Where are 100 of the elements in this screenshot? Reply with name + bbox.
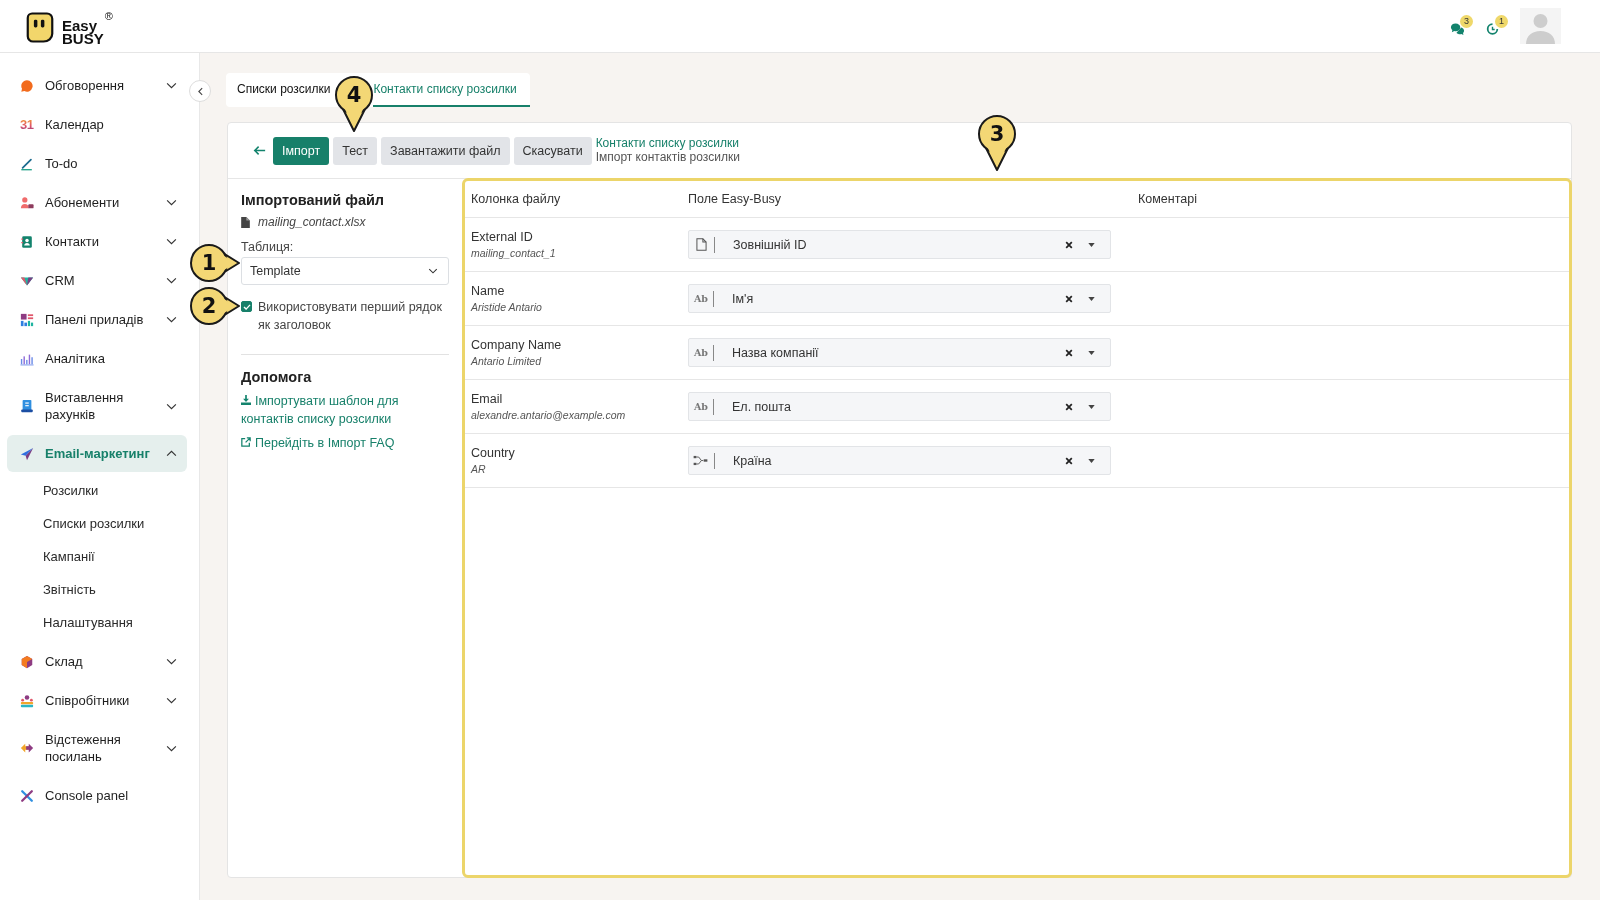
- callout-arrow-icon: [334, 75, 374, 133]
- toolbar-button[interactable]: Завантажити файл: [381, 136, 510, 165]
- section-heading: Імпортований файл: [241, 191, 386, 210]
- clear-icon[interactable]: [1065, 402, 1073, 411]
- sidebar-item[interactable]: To-do: [7, 145, 187, 182]
- caret-down-icon[interactable]: [1088, 350, 1095, 355]
- clear-icon[interactable]: [1065, 348, 1073, 357]
- sample-value: AR: [471, 461, 486, 477]
- toolbar-button[interactable]: Імпорт: [273, 136, 330, 165]
- file-name: mailing_contact.xlsx: [258, 214, 366, 231]
- sidebar-subitem[interactable]: Кампанії: [43, 540, 95, 573]
- sidebar-item[interactable]: Аналітика: [7, 340, 187, 377]
- column-name: Name: [471, 282, 505, 300]
- callout-arrow-icon: [189, 286, 240, 326]
- sidebar-subitem[interactable]: Розсилки: [43, 474, 99, 507]
- chevron-down-icon[interactable]: [166, 316, 177, 323]
- chevron-down-icon[interactable]: [166, 82, 177, 89]
- checkbox[interactable]: [241, 301, 252, 312]
- contact-card-icon: [20, 234, 34, 249]
- text-type-icon: Ab: [694, 400, 708, 413]
- sidebar-item[interactable]: Відстеження посилань: [7, 721, 187, 775]
- download-icon: [241, 395, 251, 405]
- column-name: Country: [471, 444, 515, 462]
- crossed-tools-icon: [20, 788, 34, 803]
- column-name: External ID: [471, 228, 533, 246]
- callout-number: 1: [201, 252, 217, 274]
- swap-arrows-icon: [20, 741, 34, 755]
- section-heading: Допомога: [241, 368, 313, 387]
- tab[interactable]: Контакти списку розсилки: [373, 73, 530, 107]
- caret-down-icon[interactable]: [1088, 296, 1095, 301]
- chevron-up-icon[interactable]: [166, 450, 177, 457]
- column-header: Коментарі: [1138, 192, 1197, 206]
- file-icon: [241, 217, 250, 228]
- checkbox-label: Використовувати перший рядок як заголовок: [258, 299, 443, 334]
- sidebar-subitem[interactable]: Списки розсилки: [43, 507, 145, 540]
- chevron-down-icon[interactable]: [166, 238, 177, 245]
- calendar-icon: 31: [20, 117, 34, 132]
- field-select[interactable]: Ab Назва компанії: [688, 338, 1111, 367]
- column-header: Колонка файлу: [471, 192, 561, 206]
- page-subtitle: Імпорт контактів розсилки: [595, 150, 740, 164]
- external-link-icon: [241, 437, 251, 447]
- logo-text: Easy: [62, 18, 99, 32]
- sidebar-item[interactable]: Склад: [7, 643, 187, 680]
- sidebar-subitem[interactable]: Налаштування: [43, 606, 133, 639]
- clear-icon[interactable]: [1065, 240, 1073, 249]
- collapse-sidebar-button[interactable]: [189, 80, 211, 102]
- sidebar-item[interactable]: Console panel: [7, 777, 187, 814]
- chevron-down-icon[interactable]: [166, 277, 177, 284]
- text-type-icon: Ab: [694, 346, 708, 359]
- sidebar-subitem[interactable]: Звітність: [43, 573, 96, 606]
- chevron-down-icon[interactable]: [166, 744, 177, 752]
- sidebar-item[interactable]: Виставлення рахунків: [7, 379, 187, 433]
- invoice-icon: [20, 399, 34, 413]
- sidebar-item[interactable]: 31 Календар: [7, 106, 187, 143]
- sample-value: mailing_contact_1: [471, 245, 556, 261]
- caret-down-icon[interactable]: [1088, 242, 1095, 247]
- clock-refresh-icon[interactable]: [1485, 22, 1500, 36]
- sidebar-item[interactable]: CRM: [7, 262, 187, 299]
- sample-value: Antario Limited: [471, 353, 542, 369]
- column-header: Поле Easy-Busy: [688, 192, 782, 206]
- chevron-down-icon[interactable]: [166, 658, 177, 665]
- sidebar-item[interactable]: Email-маркетинг: [7, 435, 187, 472]
- sidebar-item[interactable]: Абонементи: [7, 184, 187, 221]
- caret-down-icon[interactable]: [1088, 404, 1095, 409]
- help-link[interactable]: Перейдіть в Імпорт FAQ: [241, 434, 395, 452]
- logo-mascot-icon: [26, 10, 54, 44]
- chevron-down-icon[interactable]: [166, 402, 177, 410]
- field-select[interactable]: Країна: [688, 446, 1111, 475]
- chevron-down-icon[interactable]: [166, 697, 177, 704]
- breadcrumb-link[interactable]: Контакти списку розсилки: [595, 137, 740, 151]
- clear-icon[interactable]: [1065, 294, 1073, 303]
- field-select[interactable]: Ab Ім'я: [688, 284, 1111, 313]
- help-link[interactable]: Імпортувати шаблон для контактів списку розсилки: [241, 392, 449, 428]
- sample-value: alexandre.antario@example.com: [471, 407, 626, 423]
- chat-bubbles-icon[interactable]: [1450, 22, 1465, 36]
- callout-number: 3: [989, 123, 1005, 145]
- pen-icon: [20, 156, 34, 171]
- clear-icon[interactable]: [1065, 456, 1073, 465]
- sidebar-item[interactable]: Панелі приладів: [7, 301, 187, 338]
- callout-arrow-icon: [189, 243, 240, 283]
- branch-icon: [693, 455, 708, 466]
- callout-arrow-icon: [977, 114, 1017, 172]
- notification-count: 3: [1460, 15, 1473, 28]
- caret-down-icon[interactable]: [1088, 458, 1095, 463]
- chevron-down-icon[interactable]: [166, 199, 177, 206]
- speech-bubble-icon: [20, 78, 34, 93]
- field-select[interactable]: Зовнішній ID: [688, 230, 1111, 259]
- sidebar-item[interactable]: Контакти: [7, 223, 187, 260]
- people-group-icon: [20, 693, 34, 708]
- sheet-select[interactable]: Template: [241, 257, 449, 285]
- field-select[interactable]: Ab Ел. пошта: [688, 392, 1111, 421]
- sidebar-item[interactable]: Обговорення: [7, 67, 187, 104]
- sidebar-item[interactable]: Співробітники: [7, 682, 187, 719]
- person-card-icon: [20, 195, 34, 210]
- checkmark-icon: [242, 303, 251, 310]
- notification-count: 1: [1495, 15, 1508, 28]
- field-label: Таблиця:: [241, 239, 295, 256]
- toolbar-button[interactable]: Скасувати: [513, 136, 592, 165]
- toolbar-button[interactable]: Тест: [333, 136, 378, 165]
- tab[interactable]: Списки розсилки: [226, 73, 331, 107]
